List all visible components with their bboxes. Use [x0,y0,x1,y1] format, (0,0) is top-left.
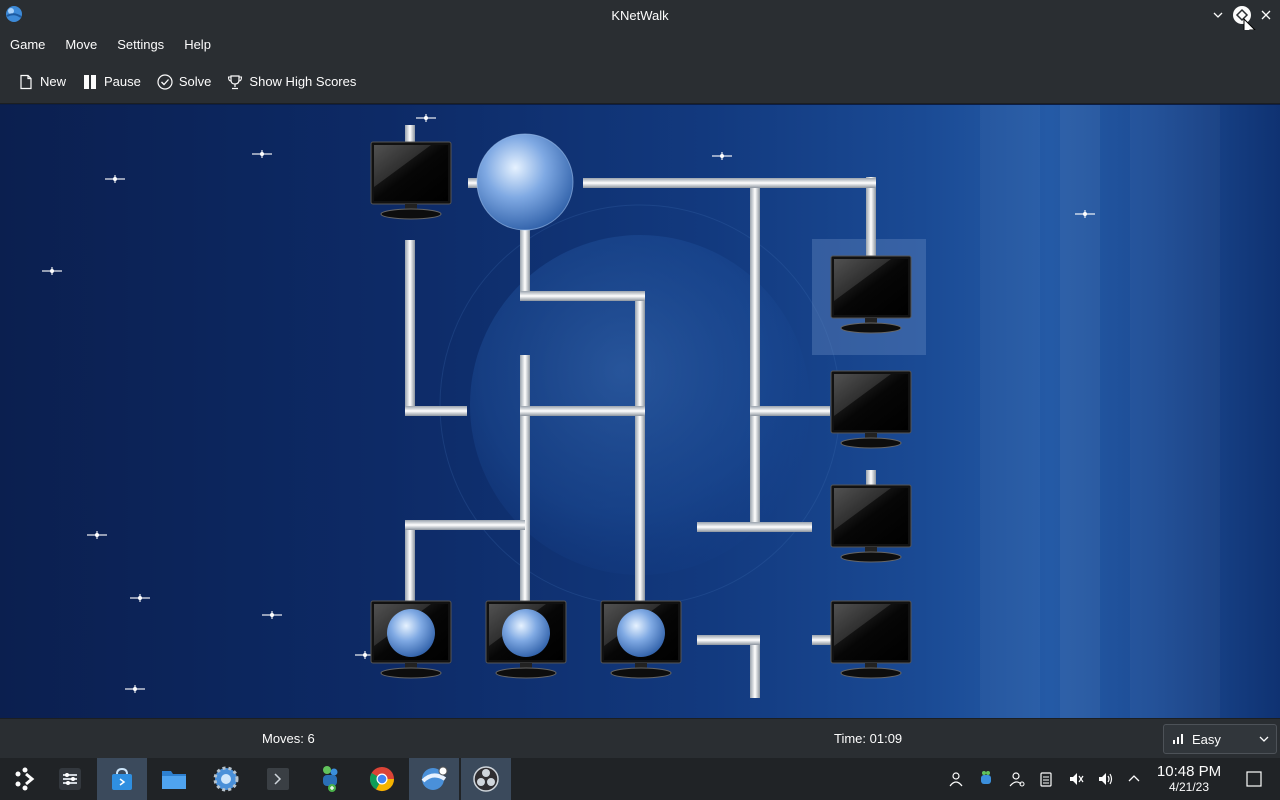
network-user-icon[interactable] [1007,769,1027,789]
moves-counter: Moves: 6 [262,731,315,746]
high-scores-label: Show High Scores [249,74,357,89]
status-bar: Moves: 6 Time: 01:09 Easy [0,718,1280,758]
discover-store-button[interactable] [97,758,147,800]
terminal-button[interactable] [253,758,303,800]
menu-game[interactable]: Game [0,30,55,60]
show-high-scores-button[interactable]: Show High Scores [221,66,362,98]
board-scene [41,105,1100,718]
chrome-icon [369,767,394,792]
knetwalk-task-button[interactable] [409,758,459,800]
proton-tray-icon[interactable] [976,769,996,789]
clipboard-icon[interactable] [1036,769,1056,789]
application-launcher-icon [15,767,35,791]
new-game-label: New [40,74,67,89]
application-launcher-button[interactable] [0,758,50,800]
microphone-muted-icon[interactable] [1066,769,1086,789]
user-icon[interactable] [946,769,966,789]
protonup-icon [323,766,338,792]
close-button[interactable] [1256,5,1276,25]
signal-bars-icon [1173,734,1183,744]
chrome-button[interactable] [357,758,407,800]
game-board[interactable] [0,105,1280,718]
minimize-button[interactable] [1208,5,1228,25]
dolphin-files-button[interactable] [149,758,199,800]
obs-button[interactable] [461,758,511,800]
pause-button[interactable]: Pause [76,66,147,98]
volume-icon[interactable] [1096,769,1116,789]
clock[interactable]: 10:48 PM 4/21/23 [1152,763,1226,794]
new-document-icon [20,74,32,89]
elapsed-time: Time: 01:09 [834,731,903,746]
steam-settings-button[interactable] [201,758,251,800]
menu-move[interactable]: Move [55,30,107,60]
main-toolbar: New Pause Solve Show High Scores [0,60,1280,104]
knetwalk-app-icon[interactable] [4,4,24,24]
chevron-up-icon[interactable] [1124,769,1144,789]
solve-label: Solve [178,74,212,89]
window-title: KNetWalk [611,7,669,23]
discover-store-icon [112,767,132,790]
menu-bar: Game Move Settings Help [0,30,1280,60]
menu-help[interactable]: Help [174,30,221,60]
pause-icon [84,74,97,89]
dolphin-files-icon [162,771,186,789]
checkmark-circle-icon [157,73,173,90]
pause-label: Pause [104,74,141,89]
show-desktop-icon[interactable] [1244,769,1264,789]
difficulty-select[interactable]: Easy [1163,724,1277,754]
terminal-icon [267,768,289,790]
clock-time: 10:48 PM [1156,763,1222,780]
knetwalk-icon [421,766,448,790]
system-settings-button[interactable] [45,758,95,800]
solve-button[interactable]: Solve [151,66,218,98]
chevron-down-icon [1259,736,1269,742]
difficulty-value: Easy [1192,731,1221,747]
gear-globe-icon [213,766,239,792]
new-game-button[interactable]: New [12,66,72,98]
trophy-icon [228,74,243,89]
taskbar: 10:48 PM 4/21/23 [0,758,1280,800]
system-settings-icon [59,768,81,790]
window-titlebar: KNetWalk [0,0,1280,39]
clock-date: 4/21/23 [1168,780,1210,794]
obs-icon [473,766,499,792]
menu-settings[interactable]: Settings [107,30,174,60]
protonup-button[interactable] [305,758,355,800]
